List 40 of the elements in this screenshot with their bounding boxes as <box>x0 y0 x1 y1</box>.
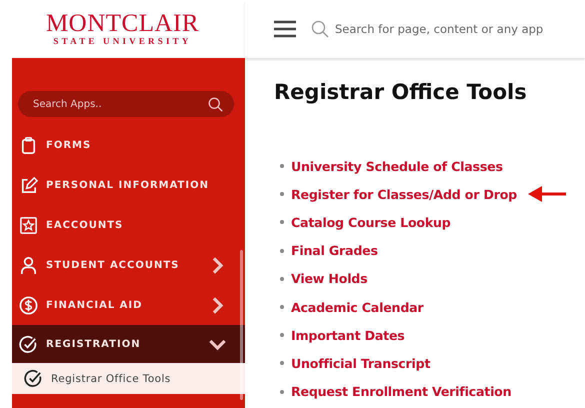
page-title: Registrar Office Tools <box>274 79 528 106</box>
menu-icon[interactable] <box>273 20 297 38</box>
dollar-icon <box>19 296 38 314</box>
sidebar-item[interactable]: FORMS <box>12 125 245 165</box>
bullet <box>280 276 284 281</box>
search-apps-field[interactable]: Search Apps.. <box>18 91 234 117</box>
tool-link[interactable]: View Holds <box>291 271 368 286</box>
bullet <box>280 192 284 196</box>
tool-link[interactable]: Catalog Course Lookup <box>291 214 451 230</box>
sidebar-subitem[interactable]: Registrar Office Tools <box>12 363 245 394</box>
tool-link[interactable]: Register for Classes/Add or Drop <box>291 186 517 202</box>
bullet <box>280 390 284 394</box>
tool-link[interactable]: Request Enrollment Verification <box>291 384 512 400</box>
sidebar-item[interactable]: EACCOUNTS <box>12 205 245 245</box>
tool-link[interactable]: Academic Calendar <box>291 300 424 315</box>
logo-subtitle: STATE UNIVERSITY <box>53 36 192 46</box>
tool-link[interactable]: Important Dates <box>291 328 405 343</box>
arrow-icon <box>528 185 566 204</box>
person-icon <box>19 256 38 274</box>
scrollbar[interactable] <box>240 250 243 400</box>
bullet <box>280 361 284 366</box>
bullet <box>280 248 284 253</box>
sidebar-item[interactable]: REGISTRATION <box>12 325 245 363</box>
sidebar-item[interactable]: STUDENT ACCOUNTS <box>12 245 245 285</box>
tool-link[interactable]: Final Grades <box>291 243 378 258</box>
check-circle-icon <box>19 334 38 354</box>
clipboard-icon <box>19 136 38 154</box>
bullet <box>280 333 284 338</box>
search-icon <box>311 20 329 38</box>
sidebar-item[interactable]: PERSONAL INFORMATION <box>12 165 245 205</box>
bullet <box>280 220 284 224</box>
search-icon <box>208 97 223 112</box>
check-circle-icon <box>24 369 43 388</box>
logo-name: MONTCLAIR <box>46 12 200 36</box>
tool-link[interactable]: Unofficial Transcript <box>291 356 430 371</box>
sidebar-item[interactable]: FINANCIAL AID <box>12 285 245 325</box>
tool-link[interactable]: University Schedule of Classes <box>291 158 503 174</box>
bullet <box>280 305 284 310</box>
edit-icon <box>19 176 38 194</box>
bullet <box>280 164 284 168</box>
